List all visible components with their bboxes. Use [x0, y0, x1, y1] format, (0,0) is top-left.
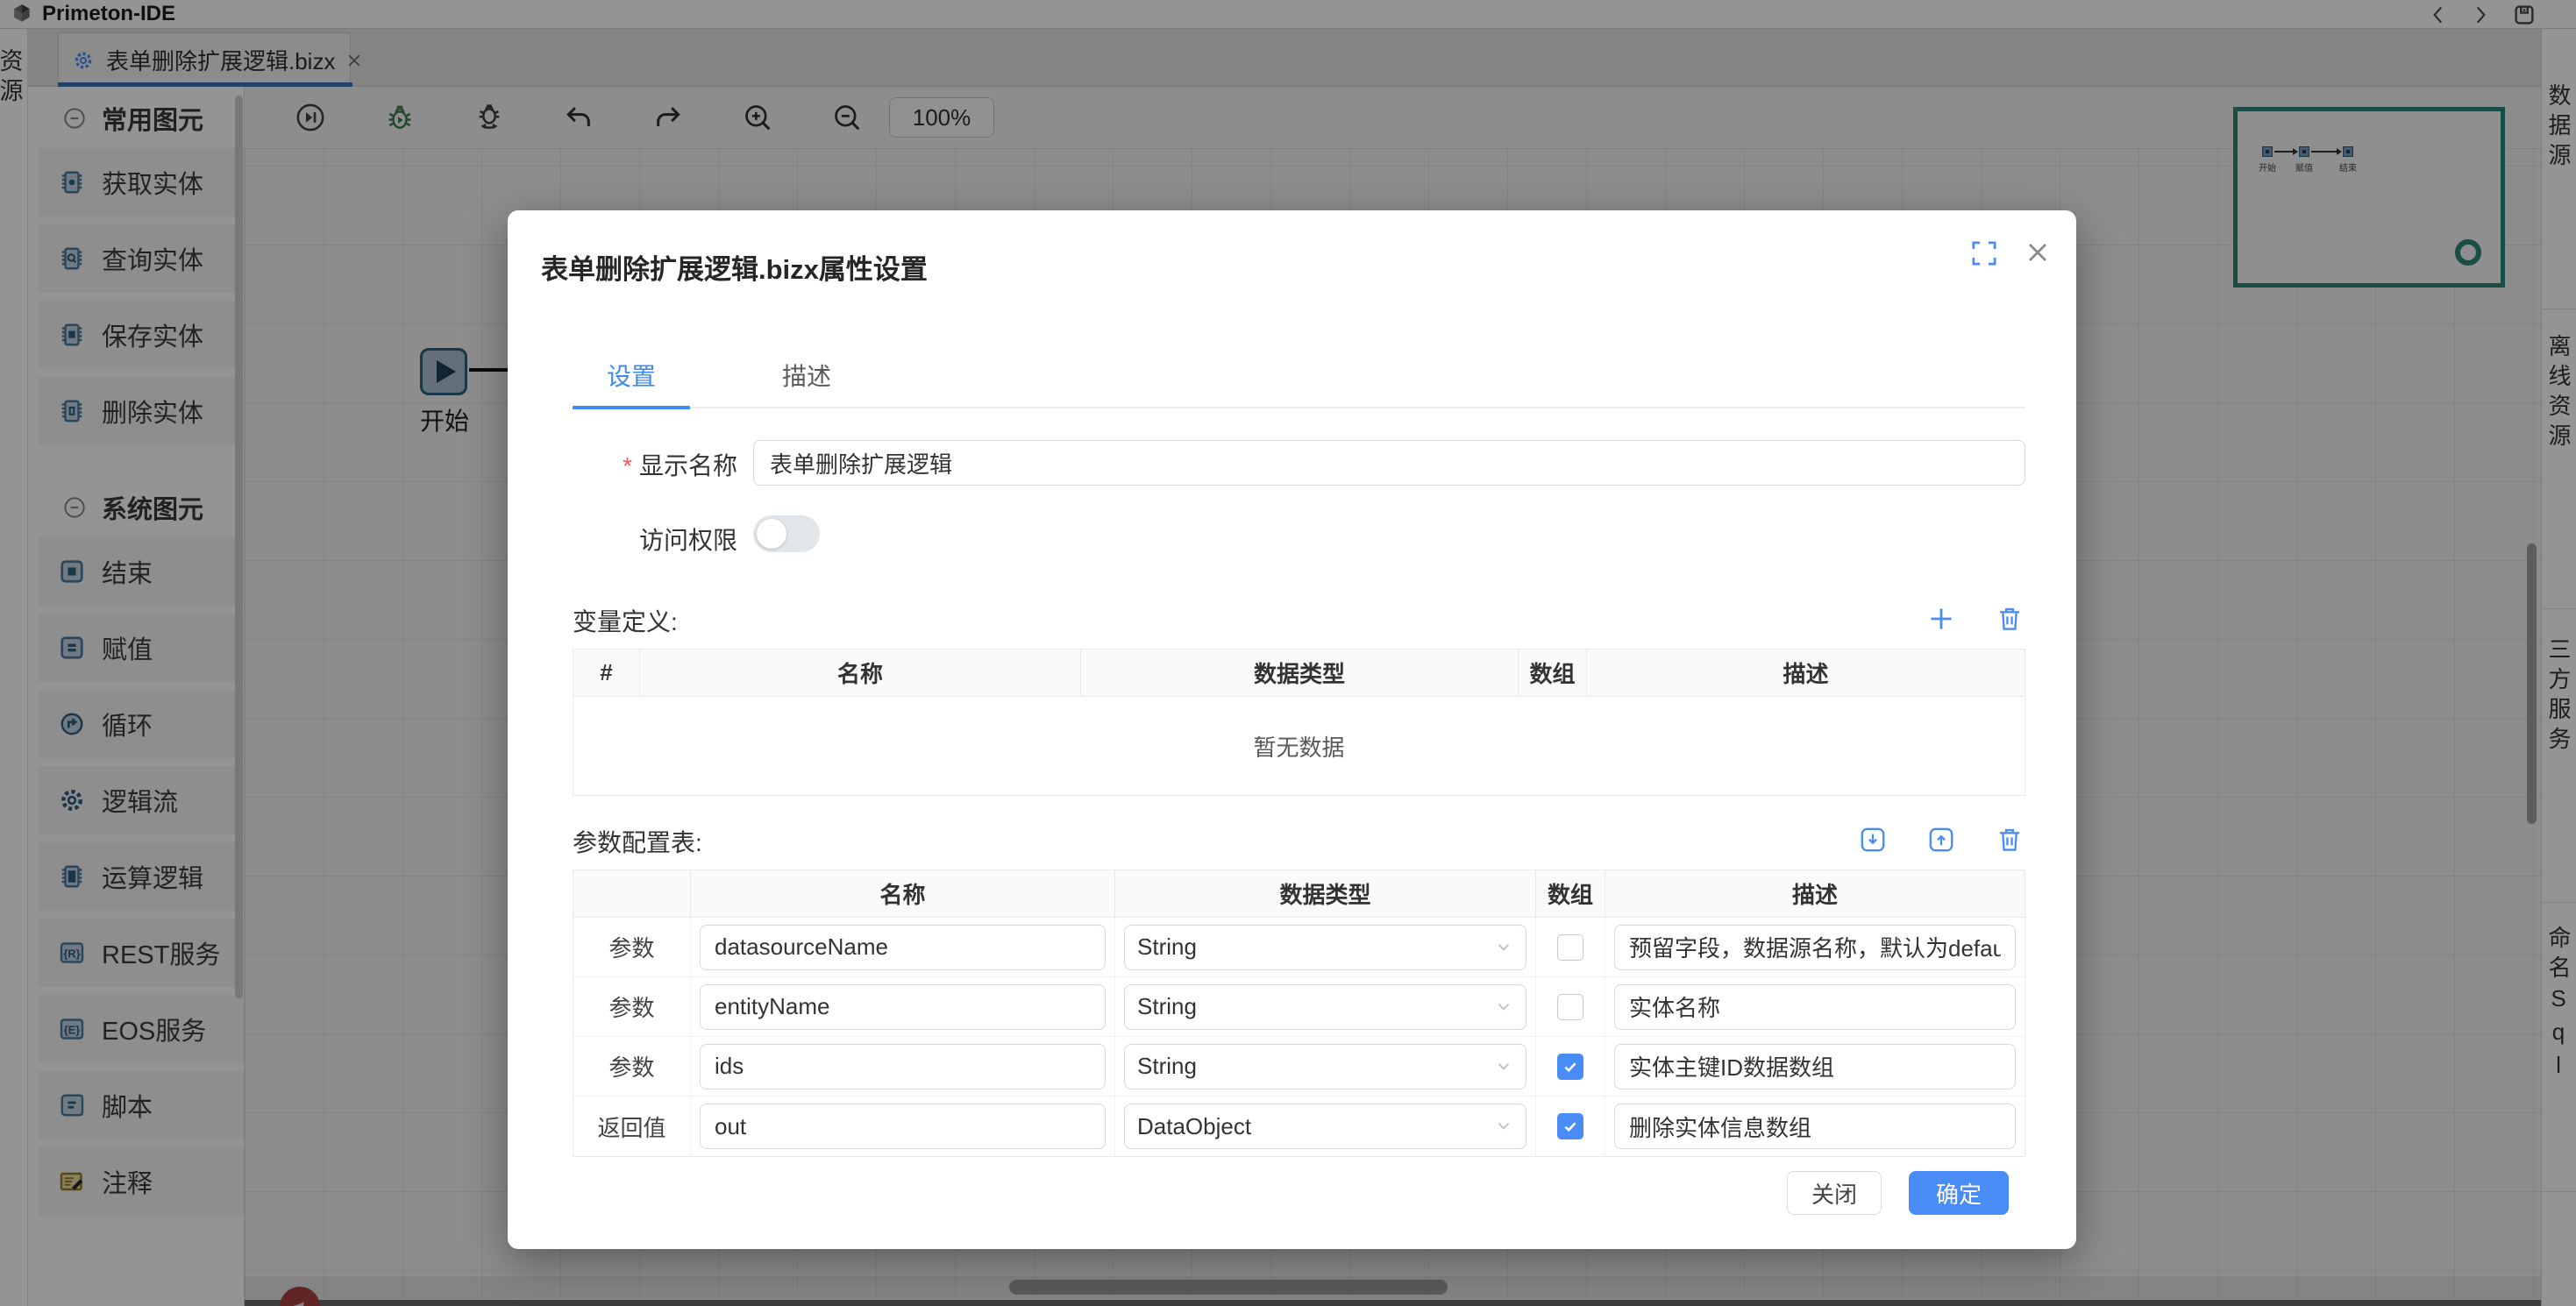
param-type-value: DataObject — [1137, 1113, 1494, 1140]
properties-dialog: 表单删除扩展逻辑.bizx属性设置 设置 描述 *显示名称 访问权限 变量定义: — [508, 210, 2076, 1249]
required-mark: * — [623, 452, 632, 479]
param-row: 参数 String — [573, 977, 2025, 1037]
params-actions — [1857, 824, 2025, 855]
array-checkbox[interactable] — [1557, 1054, 1583, 1080]
param-desc-input[interactable] — [1614, 1104, 2016, 1149]
display-name-input[interactable] — [753, 440, 2025, 486]
param-name-input[interactable] — [700, 925, 1106, 970]
param-row: 参数 String — [573, 918, 2025, 977]
param-name-input[interactable] — [700, 1044, 1106, 1090]
params-section-title: 参数配置表: — [573, 824, 702, 859]
dialog-title: 表单删除扩展逻辑.bizx属性设置 — [541, 247, 928, 287]
tabs-divider — [573, 407, 2025, 408]
param-desc-input[interactable] — [1614, 1044, 2016, 1090]
array-checkbox[interactable] — [1557, 994, 1583, 1020]
close-button[interactable]: 关闭 — [1787, 1171, 1882, 1215]
variables-section-title: 变量定义: — [573, 603, 678, 638]
param-kind: 参数 — [582, 990, 681, 1023]
param-kind: 参数 — [582, 1050, 681, 1082]
toggle-knob — [757, 519, 786, 549]
variables-table-header: # 名称 数据类型 数组 描述 — [573, 649, 2025, 697]
tab-settings[interactable]: 设置 — [573, 358, 690, 393]
param-type-select[interactable]: String — [1124, 984, 1526, 1030]
dialog-footer: 关闭 确定 — [508, 1171, 2076, 1215]
param-type-value: String — [1137, 1053, 1494, 1080]
active-tab-indicator — [573, 406, 690, 409]
params-table-header: 名称 数据类型 数组 描述 — [573, 870, 2025, 918]
variables-actions — [1925, 603, 2025, 635]
access-label: 访问权限 — [562, 522, 737, 557]
param-row: 返回值 DataObject — [573, 1097, 2025, 1156]
dialog-tabs: 设置 描述 — [573, 358, 865, 393]
param-type-select[interactable]: String — [1124, 1044, 1526, 1090]
close-icon[interactable] — [2022, 237, 2053, 268]
import-params-icon[interactable] — [1857, 824, 1889, 855]
delete-param-icon[interactable] — [1994, 824, 2025, 855]
add-variable-icon[interactable] — [1925, 603, 1957, 635]
param-type-value: String — [1137, 993, 1494, 1020]
param-name-input[interactable] — [700, 1104, 1106, 1149]
app-window: Primeton-IDE 资源 表单删除扩展逻辑.bizx — [0, 0, 2576, 1306]
param-row: 参数 String — [573, 1037, 2025, 1097]
variables-table: # 名称 数据类型 数组 描述 暂无数据 — [573, 649, 2025, 796]
chevron-down-icon — [1494, 1117, 1513, 1136]
confirm-button[interactable]: 确定 — [1909, 1171, 2009, 1215]
param-desc-input[interactable] — [1614, 984, 2016, 1030]
chevron-down-icon — [1494, 938, 1513, 957]
display-name-label: *显示名称 — [562, 447, 737, 482]
params-table: 名称 数据类型 数组 描述 参数 String 参数 — [573, 869, 2025, 1157]
check-icon — [1562, 1058, 1579, 1075]
fullscreen-icon[interactable] — [1969, 238, 1999, 268]
chevron-down-icon — [1494, 1057, 1513, 1076]
param-kind: 返回值 — [582, 1111, 681, 1143]
param-type-select[interactable]: DataObject — [1124, 1104, 1526, 1149]
chevron-down-icon — [1494, 997, 1513, 1017]
tab-description[interactable]: 描述 — [748, 358, 865, 393]
access-toggle[interactable] — [753, 515, 820, 552]
export-params-icon[interactable] — [1925, 824, 1957, 855]
param-kind: 参数 — [582, 931, 681, 963]
array-checkbox[interactable] — [1557, 934, 1583, 961]
param-desc-input[interactable] — [1614, 925, 2016, 970]
array-checkbox[interactable] — [1557, 1113, 1583, 1139]
empty-state-text: 暂无数据 — [573, 697, 2025, 795]
param-type-value: String — [1137, 933, 1494, 961]
delete-variable-icon[interactable] — [1994, 603, 2025, 635]
param-type-select[interactable]: String — [1124, 925, 1526, 970]
check-icon — [1562, 1118, 1579, 1135]
param-name-input[interactable] — [700, 984, 1106, 1030]
